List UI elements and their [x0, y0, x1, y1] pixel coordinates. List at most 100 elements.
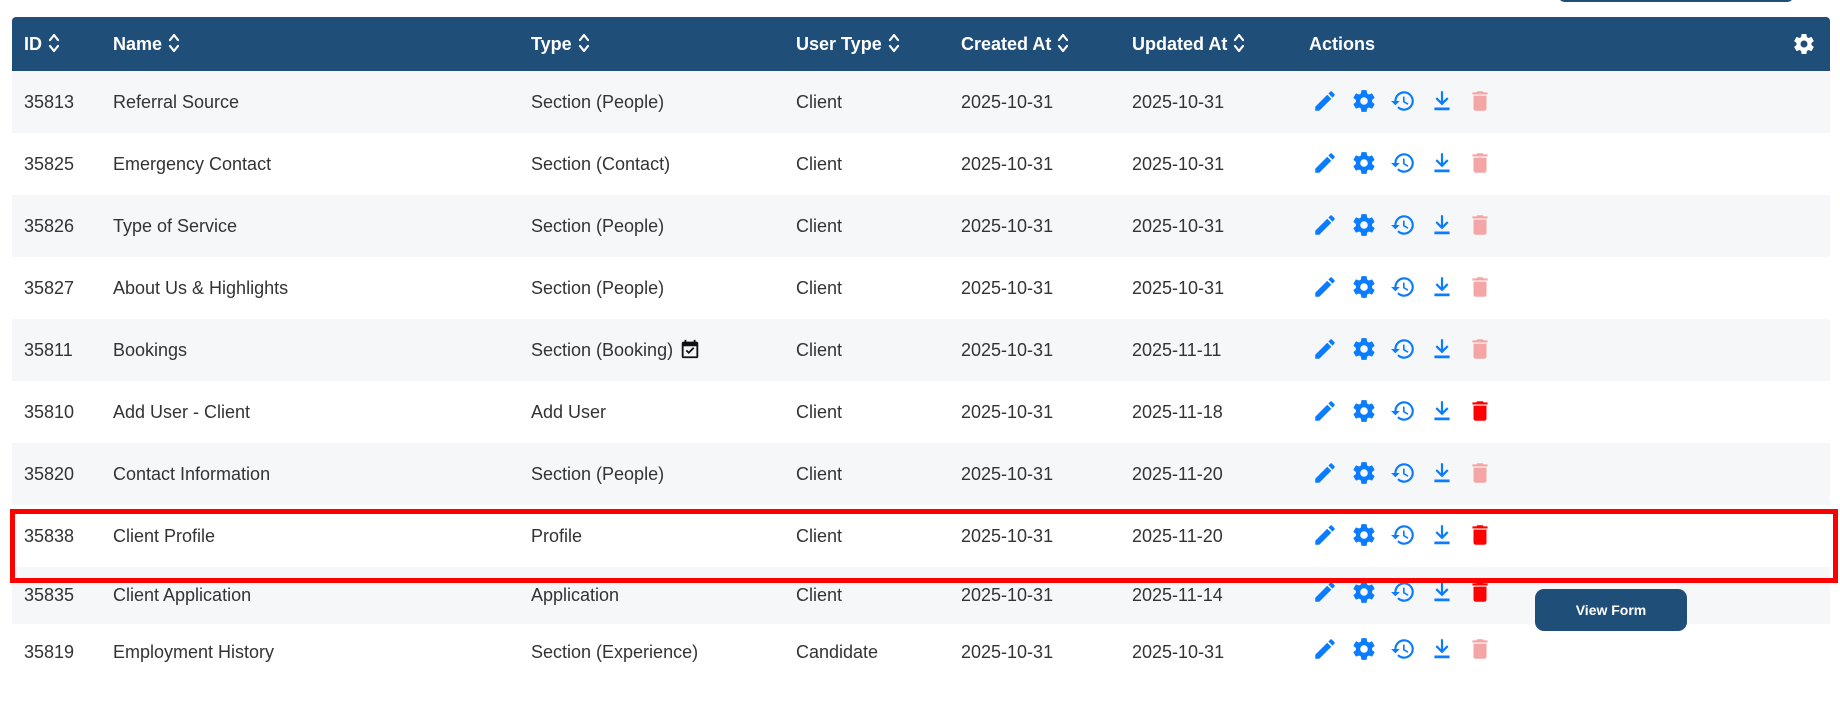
delete-button[interactable] — [1467, 274, 1493, 300]
delete-button[interactable] — [1467, 88, 1493, 114]
edit-button[interactable] — [1312, 150, 1338, 176]
edit-button[interactable] — [1312, 88, 1338, 114]
col-header-name[interactable]: Name — [113, 17, 180, 71]
delete-button[interactable] — [1467, 150, 1493, 176]
settings-button[interactable] — [1351, 150, 1377, 176]
settings-button[interactable] — [1351, 274, 1377, 300]
col-header-updated-at[interactable]: Updated At — [1132, 17, 1245, 71]
trash-icon — [1472, 277, 1488, 297]
gear-icon — [1353, 90, 1375, 112]
pencil-icon — [1315, 339, 1335, 359]
edit-button[interactable] — [1312, 636, 1338, 662]
col-header-actions: Actions — [1309, 34, 1376, 54]
download-button[interactable] — [1429, 398, 1455, 424]
cell-type: Section (People) — [531, 216, 665, 236]
delete-button[interactable] — [1467, 398, 1493, 424]
cell-id: 35819 — [24, 642, 75, 662]
download-button[interactable] — [1429, 460, 1455, 486]
cell-created-at: 2025-10-31 — [961, 464, 1054, 484]
download-button[interactable] — [1429, 636, 1455, 662]
download-button[interactable] — [1429, 212, 1455, 238]
cell-type: Section (People) — [531, 278, 665, 298]
trash-icon — [1472, 463, 1488, 483]
top-button-edge[interactable] — [1558, 0, 1794, 2]
gear-icon — [1353, 462, 1375, 484]
trash-icon — [1472, 153, 1488, 173]
history-button[interactable] — [1390, 398, 1416, 424]
history-button[interactable] — [1390, 460, 1416, 486]
download-button[interactable] — [1429, 88, 1455, 114]
column-settings-gear-icon[interactable] — [1792, 32, 1816, 56]
settings-button[interactable] — [1351, 88, 1377, 114]
history-icon — [1391, 339, 1414, 359]
download-icon — [1434, 277, 1450, 297]
settings-button[interactable] — [1351, 336, 1377, 362]
trash-icon — [1472, 339, 1488, 359]
gear-icon — [1353, 638, 1375, 660]
edit-button[interactable] — [1312, 274, 1338, 300]
top-strip — [0, 0, 1840, 14]
trash-icon — [1472, 215, 1488, 235]
delete-button[interactable] — [1467, 336, 1493, 362]
col-header-created-at[interactable]: Created At — [961, 17, 1069, 71]
delete-button[interactable] — [1467, 636, 1493, 662]
pencil-icon — [1315, 91, 1335, 111]
history-button[interactable] — [1390, 336, 1416, 362]
cell-user-type: Client — [796, 402, 843, 422]
settings-button[interactable] — [1351, 398, 1377, 424]
history-button[interactable] — [1390, 150, 1416, 176]
cell-type: Section (People) — [531, 464, 665, 484]
pencil-icon — [1315, 215, 1335, 235]
settings-button[interactable] — [1351, 460, 1377, 486]
cell-id: 35827 — [24, 278, 75, 298]
gear-icon — [1353, 152, 1375, 174]
download-icon — [1434, 401, 1450, 421]
history-icon — [1391, 153, 1414, 173]
edit-button[interactable] — [1312, 336, 1338, 362]
cell-created-at: 2025-10-31 — [961, 278, 1054, 298]
download-button[interactable] — [1429, 336, 1455, 362]
col-header-type[interactable]: Type — [531, 17, 590, 71]
history-button[interactable] — [1390, 212, 1416, 238]
cell-user-type: Client — [796, 278, 843, 298]
gear-icon — [1353, 214, 1375, 236]
cell-name: Contact Information — [113, 464, 271, 484]
cell-id: 35810 — [24, 402, 75, 422]
history-icon — [1391, 277, 1414, 297]
cell-type: Section (Experience) — [531, 642, 699, 662]
download-button[interactable] — [1429, 274, 1455, 300]
edit-button[interactable] — [1312, 460, 1338, 486]
edit-button[interactable] — [1312, 212, 1338, 238]
settings-button[interactable] — [1351, 212, 1377, 238]
col-header-id[interactable]: ID — [24, 17, 60, 71]
cell-updated-at: 2025-10-31 — [1132, 278, 1225, 298]
trash-icon — [1472, 91, 1488, 111]
table-row: 35825 Emergency Contact Section (Contact) C… — [12, 133, 1830, 195]
cell-updated-at: 2025-10-31 — [1132, 92, 1225, 112]
cell-name: Type of Service — [113, 216, 238, 236]
download-button[interactable] — [1429, 150, 1455, 176]
view-form-button[interactable]: View Form — [1535, 589, 1687, 631]
edit-button[interactable] — [1312, 398, 1338, 424]
cell-created-at: 2025-10-31 — [961, 154, 1054, 174]
pencil-icon — [1315, 401, 1335, 421]
table-row: 35813 Referral Source Section (People) Clie… — [12, 71, 1830, 133]
history-button[interactable] — [1390, 636, 1416, 662]
delete-button[interactable] — [1467, 212, 1493, 238]
sort-icon — [578, 34, 589, 53]
delete-button[interactable] — [1467, 460, 1493, 486]
table-row: 35820 Contact Information Section (People)… — [12, 443, 1830, 505]
history-icon — [1391, 639, 1414, 659]
pencil-icon — [1315, 153, 1335, 173]
history-button[interactable] — [1390, 88, 1416, 114]
download-icon — [1434, 215, 1450, 235]
download-icon — [1434, 91, 1450, 111]
sort-icon — [48, 34, 60, 53]
cell-id: 35820 — [24, 464, 75, 484]
history-button[interactable] — [1390, 274, 1416, 300]
sort-icon — [168, 34, 180, 53]
cell-type: Section (Booking) — [531, 319, 701, 381]
cell-type: Add User — [531, 402, 607, 422]
col-header-user-type[interactable]: User Type — [796, 17, 900, 71]
settings-button[interactable] — [1351, 636, 1377, 662]
